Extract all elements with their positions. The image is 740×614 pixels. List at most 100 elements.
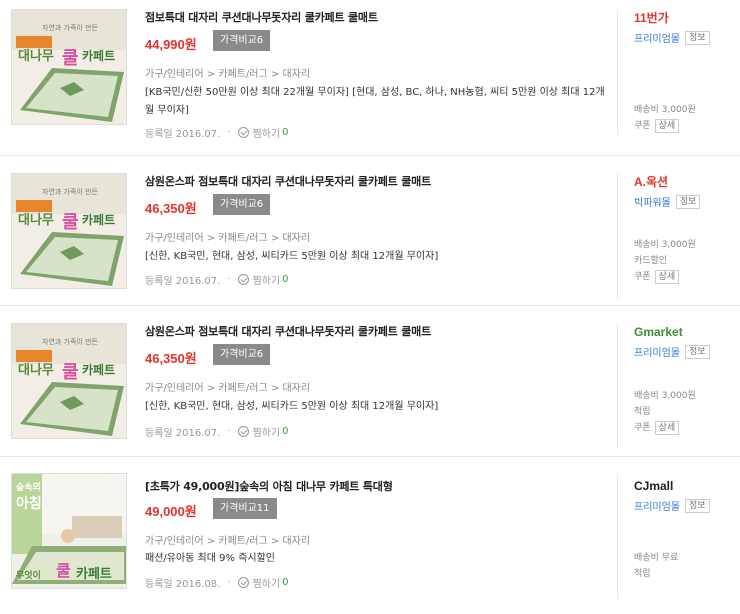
category-level-1[interactable]: 가구/인테리어 [145, 233, 204, 244]
store-logo[interactable]: CJmall [634, 478, 734, 494]
item-divider [0, 305, 740, 306]
vertical-divider [617, 174, 618, 299]
store-logo[interactable]: 11번가 [634, 10, 734, 26]
product-meta: 등록일 2016.07. · 찜하기 0 [145, 424, 288, 439]
thumb-word-1: 대나무 [18, 212, 54, 228]
thumb-word-1: 대나무 [18, 48, 54, 64]
chevron-right-icon: > [270, 383, 283, 394]
separator-dot: · [227, 274, 231, 285]
reg-date: 등록일 2016.07. [145, 129, 221, 140]
store-logo[interactable]: Gmarket [634, 324, 734, 340]
category-level-2[interactable]: 카페트/러그 [218, 233, 267, 244]
thumb-word-5: 카페트 [76, 567, 112, 582]
category-level-3[interactable]: 대자리 [282, 536, 310, 547]
check-circle-icon[interactable] [237, 127, 249, 138]
zzim-button[interactable]: 찜하기 [253, 424, 281, 439]
zzim-count: 0 [282, 426, 289, 437]
store-grade[interactable]: 빅파워몰 [634, 194, 671, 209]
delivery-info: 배송비 3,000원 쿠폰 상세 [634, 102, 696, 134]
points-label: 적립 [634, 569, 651, 579]
price-compare-button[interactable]: 가격비교6 [213, 194, 271, 215]
category-level-1[interactable]: 가구/인테리어 [145, 536, 204, 547]
chevron-right-icon: > [206, 69, 219, 80]
zzim-button[interactable]: 찜하기 [253, 575, 281, 590]
product-price: 46,350원 [145, 351, 197, 366]
chevron-right-icon: > [206, 383, 219, 394]
store-grade[interactable]: 프리미엄몰 [634, 498, 680, 513]
thumb-word-3: 무엇이 [16, 569, 41, 581]
thumb-caption: 자연과 가족이 만든 [42, 187, 99, 196]
store-info-button[interactable]: 정보 [675, 194, 701, 209]
check-circle-icon[interactable] [237, 426, 249, 437]
coupon-detail-button[interactable]: 상세 [654, 270, 680, 284]
store-grade[interactable]: 프리미엄몰 [634, 344, 680, 359]
coupon-detail-button[interactable]: 상세 [654, 119, 680, 133]
product-price: 44,990원 [145, 37, 197, 52]
item-divider [0, 456, 740, 457]
zzim-count: 0 [282, 577, 289, 588]
shipping-fee: 배송비 3,000원 [634, 105, 696, 115]
category-level-2[interactable]: 카페트/러그 [218, 69, 267, 80]
product-meta: 등록일 2016.08. · 찜하기 0 [145, 575, 288, 590]
category-level-2[interactable]: 카페트/러그 [218, 536, 267, 547]
thumb-word-1: 숲속의 [16, 481, 41, 493]
reg-date: 등록일 2016.07. [145, 428, 221, 439]
thumb-word-2: 쿨 [62, 48, 79, 69]
reg-date: 등록일 2016.07. [145, 276, 221, 287]
promo-text: 패션/유아동 최대 9% 즉시할인 [145, 553, 275, 564]
product-price: 49,000원 [145, 504, 197, 519]
coupon-detail-button[interactable]: 상세 [654, 421, 680, 435]
vertical-divider [617, 324, 618, 449]
category-level-2[interactable]: 카페트/러그 [218, 383, 267, 394]
shipping-fee: 배송비 무료 [634, 553, 679, 563]
product-meta: 등록일 2016.07. · 찜하기 0 [145, 272, 288, 287]
item-divider [0, 155, 740, 156]
category-breadcrumb: 가구/인테리어 > 카페트/러그 > 대자리 [145, 65, 310, 80]
zzim-button[interactable]: 찜하기 [253, 125, 281, 140]
product-price: 46,350원 [145, 201, 197, 216]
delivery-info: 배송비 3,000원 적립 쿠폰 상세 [634, 388, 696, 436]
coupon-label: 쿠폰 [634, 272, 651, 282]
product-meta: 등록일 2016.07. · 찜하기 0 [145, 125, 288, 140]
zzim-button[interactable]: 찜하기 [253, 272, 281, 287]
category-level-1[interactable]: 가구/인테리어 [145, 383, 204, 394]
separator-dot: · [227, 127, 231, 138]
promo-text: [신한, KB국민, 현대, 삼성, 씨티카드 5만원 이상 최대 12개월 무… [145, 251, 439, 262]
price-compare-button[interactable]: 가격비교6 [213, 344, 271, 365]
chevron-right-icon: > [206, 233, 219, 244]
product-thumbnail[interactable]: 자연과 가족이 만든 대나무 쿨 카페트 [11, 9, 127, 125]
check-circle-icon[interactable] [237, 577, 249, 588]
thumb-caption: 자연과 가족이 만든 [42, 23, 99, 32]
category-breadcrumb: 가구/인테리어 > 카페트/러그 > 대자리 [145, 532, 310, 547]
thumb-word-1: 대나무 [18, 362, 54, 378]
coupon-label: 쿠폰 [634, 121, 651, 131]
store-info-button[interactable]: 정보 [685, 30, 710, 45]
price-compare-button[interactable]: 가격비교11 [213, 498, 277, 519]
store-logo[interactable]: A.옥션 [634, 174, 734, 190]
product-thumbnail[interactable]: 숲속의 아침 무엇이 쿨 카페트 [11, 473, 127, 589]
product-thumbnail[interactable]: 자연과 가족이 만든 대나무 쿨 카페트 [11, 323, 127, 439]
product-title[interactable]: 삼원온스파 점보특대 대자리 쿠션대나무돗자리 쿨카페트 쿨매트 [145, 323, 431, 339]
chevron-right-icon: > [270, 69, 283, 80]
chevron-right-icon: > [270, 233, 283, 244]
category-level-3[interactable]: 대자리 [282, 383, 310, 394]
product-title[interactable]: 삼원온스파 점보특대 대자리 쿠션대나무돗자리 쿨카페트 쿨매트 [145, 173, 431, 189]
store-info-button[interactable]: 정보 [685, 344, 710, 359]
product-thumbnail[interactable]: 자연과 가족이 만든 대나무 쿨 카페트 [11, 173, 127, 289]
product-title[interactable]: 점보특대 대자리 쿠션대나무돗자리 쿨카페트 쿨매트 [145, 9, 378, 25]
store-panel: Gmarket 프리미엄몰 정보 [634, 324, 734, 359]
store-grade[interactable]: 프리미엄몰 [634, 30, 680, 45]
product-title[interactable]: [초특가 49,000원]숲속의 아침 대나무 카페트 특대형 [145, 478, 393, 494]
card-discount: 카드할인 [634, 256, 668, 266]
category-level-1[interactable]: 가구/인테리어 [145, 69, 204, 80]
category-breadcrumb: 가구/인테리어 > 카페트/러그 > 대자리 [145, 229, 310, 244]
price-compare-button[interactable]: 가격비교6 [213, 30, 271, 51]
vertical-divider [617, 10, 618, 135]
check-circle-icon[interactable] [237, 274, 249, 285]
delivery-info: 배송비 무료 적립 [634, 550, 678, 582]
category-level-3[interactable]: 대자리 [282, 233, 310, 244]
category-level-3[interactable]: 대자리 [282, 69, 310, 80]
store-info-button[interactable]: 정보 [685, 498, 710, 513]
thumb-word-3: 카페트 [82, 212, 115, 227]
store-panel: A.옥션 빅파워몰 정보 [634, 174, 734, 209]
